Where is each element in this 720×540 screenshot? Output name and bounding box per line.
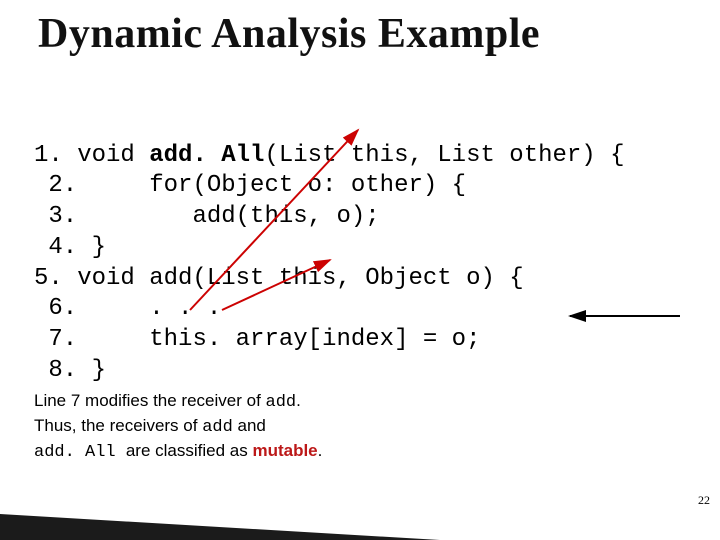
- code-line-4: 4. }: [34, 234, 106, 261]
- slide: Dynamic Analysis Example 1. void add. Al…: [0, 0, 720, 540]
- caption-line-1: Line 7 modifies the receiver of add.: [34, 390, 322, 415]
- code-line-7: 7. this. array[index] = o;: [34, 326, 480, 353]
- code-line-8: 8. }: [34, 357, 106, 384]
- page-number: 22: [698, 493, 710, 508]
- bottom-wedge: [0, 514, 440, 540]
- caption-line-3: add. All are classified as mutable.: [34, 440, 322, 465]
- code-line-2: 2. for(Object o: other) {: [34, 172, 466, 199]
- code-listing: 1. void add. All(List this, List other) …: [34, 110, 625, 386]
- code-line-3: 3. add(this, o);: [34, 203, 380, 230]
- code-line-5: 5. void add(List this, Object o) {: [34, 265, 524, 292]
- code-line-6: 6. . . .: [34, 295, 221, 322]
- code-line-1: 1. void add. All(List this, List other) …: [34, 142, 625, 169]
- slide-title: Dynamic Analysis Example: [38, 10, 540, 58]
- caption-line-2: Thus, the receivers of add and: [34, 415, 322, 440]
- caption: Line 7 modifies the receiver of add. Thu…: [34, 390, 322, 465]
